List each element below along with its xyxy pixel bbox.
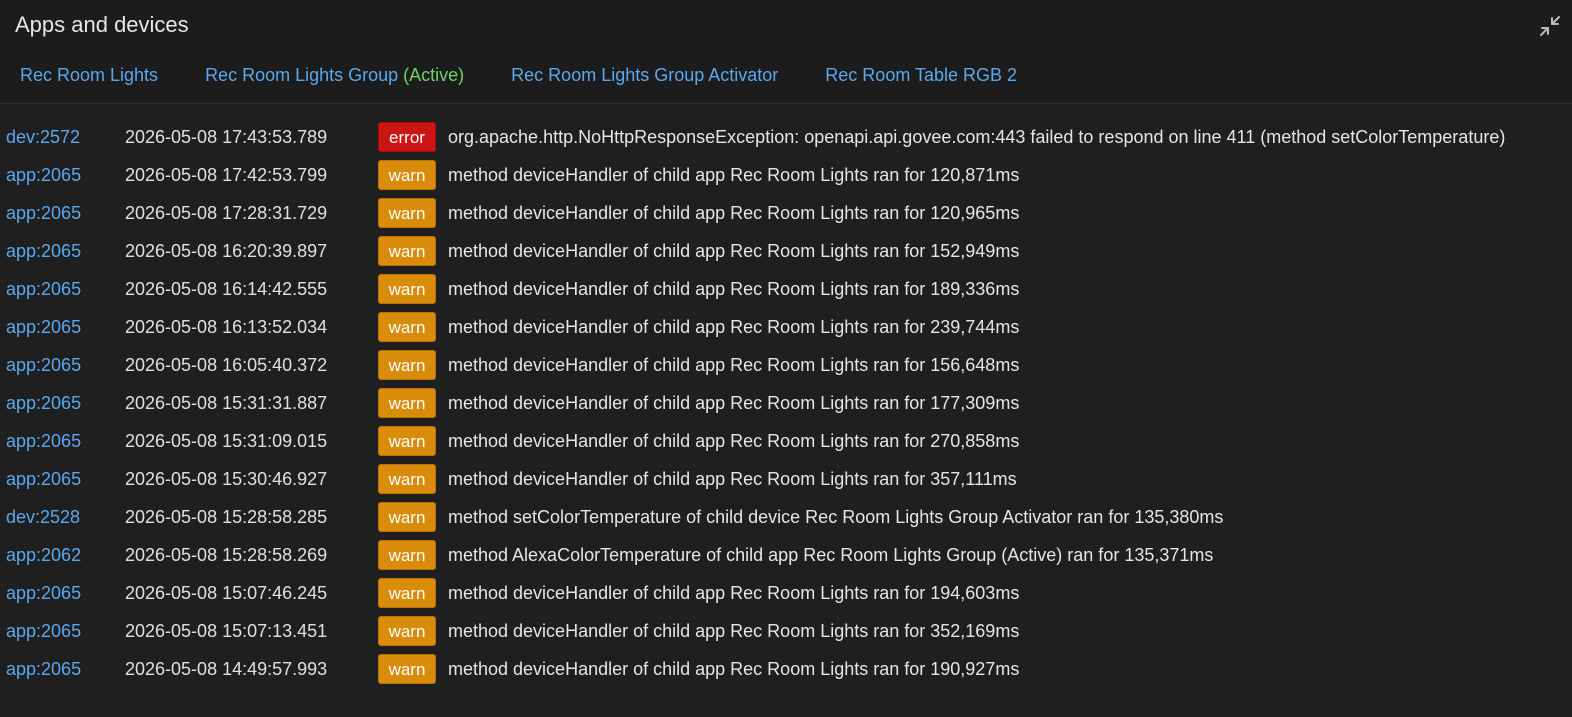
log-timestamp: 2026-05-08 16:13:52.034 [125,316,328,337]
log-source-link[interactable]: app:2065 [0,469,125,490]
log-row: app:2062 2026-05-08 15:28:58.269 warn metho… [0,536,1572,574]
log-timestamp: 2026-05-08 16:20:39.897 [125,240,328,261]
tab-rec-room-lights-group-activator[interactable]: Rec Room Lights Group Activator [511,60,778,90]
log-row: app:2065 2026-05-08 15:31:09.015 warn metho… [0,422,1572,460]
log-timestamp: 2026-05-08 15:30:46.927 [125,468,328,489]
apps-devices-panel: Apps and devices Rec Room Lights Rec Roo… [0,0,1572,104]
log-message: method deviceHandler of child app Rec Ro… [448,658,1020,679]
tab-rec-room-lights[interactable]: Rec Room Lights [20,60,158,90]
log-level-badge: warn [378,426,436,456]
log-level-badge: warn [378,540,436,570]
log-list: dev:2572 2026-05-08 17:43:53.789 error org.… [0,118,1572,688]
log-timestamp: 2026-05-08 15:28:58.285 [125,506,328,527]
log-row: app:2065 2026-05-08 16:14:42.555 warn metho… [0,270,1572,308]
log-message: org.apache.http.NoHttpResponseException:… [448,126,1506,147]
collapse-icon[interactable] [1538,14,1562,38]
log-level-badge: warn [378,350,436,380]
log-message: method AlexaColorTemperature of child ap… [448,544,1214,565]
log-row: app:2065 2026-05-08 17:28:31.729 warn metho… [0,194,1572,232]
log-level-badge: warn [378,578,436,608]
log-source-link[interactable]: app:2065 [0,659,125,680]
log-timestamp: 2026-05-08 15:07:13.451 [125,620,328,641]
log-level-badge: warn [378,464,436,494]
log-level-badge: warn [378,388,436,418]
log-source-link[interactable]: app:2062 [0,545,125,566]
log-source-link[interactable]: app:2065 [0,621,125,642]
logs-page: Apps and devices Rec Room Lights Rec Roo… [0,0,1572,717]
tab-label: Rec Room Lights Group [205,65,404,85]
log-level-badge: warn [378,160,436,190]
log-timestamp: 2026-05-08 16:05:40.372 [125,354,328,375]
log-level-badge: warn [378,274,436,304]
log-source-link[interactable]: app:2065 [0,203,125,224]
log-level-badge: warn [378,198,436,228]
log-timestamp: 2026-05-08 15:07:46.245 [125,582,328,603]
log-source-link[interactable]: app:2065 [0,241,125,262]
log-row: app:2065 2026-05-08 15:07:13.451 warn metho… [0,612,1572,650]
log-row: app:2065 2026-05-08 16:20:39.897 warn metho… [0,232,1572,270]
log-timestamp: 2026-05-08 17:43:53.789 [125,126,328,147]
log-source-link[interactable]: dev:2528 [0,507,125,528]
log-row: dev:2572 2026-05-08 17:43:53.789 error org.… [0,118,1572,156]
log-message: method deviceHandler of child app Rec Ro… [448,468,1017,489]
log-timestamp: 2026-05-08 16:14:42.555 [125,278,328,299]
log-row: app:2065 2026-05-08 15:07:46.245 warn metho… [0,574,1572,612]
log-source-link[interactable]: app:2065 [0,317,125,338]
log-message: method deviceHandler of child app Rec Ro… [448,202,1020,223]
device-filter-tabs: Rec Room Lights Rec Room Lights Group (A… [0,60,1064,90]
log-timestamp: 2026-05-08 15:31:31.887 [125,392,328,413]
log-timestamp: 2026-05-08 15:28:58.269 [125,544,328,565]
log-message: method deviceHandler of child app Rec Ro… [448,240,1020,261]
log-source-link[interactable]: app:2065 [0,583,125,604]
log-message: method deviceHandler of child app Rec Ro… [448,582,1020,603]
tab-label: Rec Room Lights [20,65,159,85]
log-source-link[interactable]: app:2065 [0,165,125,186]
panel-title: Apps and devices [15,12,189,37]
log-message: method setColorTemperature of child devi… [448,506,1224,527]
log-row: app:2065 2026-05-08 15:31:31.887 warn metho… [0,384,1572,422]
log-timestamp: 2026-05-08 15:31:09.015 [125,430,328,451]
log-row: app:2065 2026-05-08 14:49:57.993 warn metho… [0,650,1572,688]
log-message: method deviceHandler of child app Rec Ro… [448,278,1020,299]
log-timestamp: 2026-05-08 17:28:31.729 [125,202,328,223]
log-message: method deviceHandler of child app Rec Ro… [448,620,1020,641]
log-row: app:2065 2026-05-08 15:30:46.927 warn metho… [0,460,1572,498]
log-level-badge: warn [378,616,436,646]
log-level-badge: warn [378,236,436,266]
tab-label: Rec Room Table RGB 2 [825,65,1018,85]
log-source-link[interactable]: app:2065 [0,431,125,452]
log-timestamp: 2026-05-08 17:42:53.799 [125,164,328,185]
active-tag: (Active) [403,65,465,85]
log-message: method deviceHandler of child app Rec Ro… [448,164,1020,185]
log-message: method deviceHandler of child app Rec Ro… [448,316,1020,337]
tab-rec-room-lights-group[interactable]: Rec Room Lights Group (Active) [205,60,464,90]
log-source-link[interactable]: app:2065 [0,279,125,300]
log-message: method deviceHandler of child app Rec Ro… [448,392,1020,413]
log-source-link[interactable]: dev:2572 [0,127,125,148]
tab-rec-room-table-rgb-2[interactable]: Rec Room Table RGB 2 [825,60,1017,90]
log-level-badge: warn [378,502,436,532]
log-level-badge: error [378,122,436,152]
tab-label: Rec Room Lights Group Activator [511,65,779,85]
log-source-link[interactable]: app:2065 [0,393,125,414]
log-level-badge: warn [378,654,436,684]
log-row: app:2065 2026-05-08 17:42:53.799 warn metho… [0,156,1572,194]
log-message: method deviceHandler of child app Rec Ro… [448,354,1020,375]
log-source-link[interactable]: app:2065 [0,355,125,376]
log-message: method deviceHandler of child app Rec Ro… [448,430,1020,451]
log-level-badge: warn [378,312,436,342]
log-row: app:2065 2026-05-08 16:13:52.034 warn metho… [0,308,1572,346]
log-timestamp: 2026-05-08 14:49:57.993 [125,658,328,679]
log-row: app:2065 2026-05-08 16:05:40.372 warn metho… [0,346,1572,384]
log-row: dev:2528 2026-05-08 15:28:58.285 warn metho… [0,498,1572,536]
